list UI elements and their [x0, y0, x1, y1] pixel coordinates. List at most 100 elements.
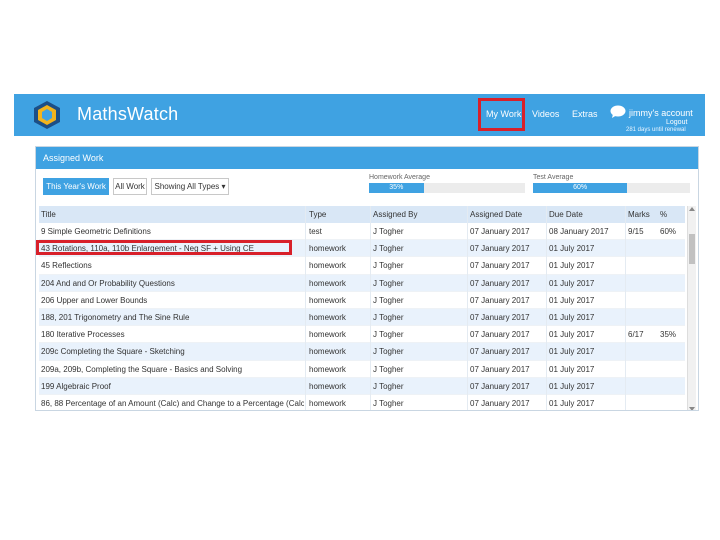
cell-percent: 35%	[660, 330, 677, 340]
column-header-marks[interactable]: Marks	[628, 210, 658, 219]
cell-type: homework	[309, 278, 346, 288]
cell-title[interactable]: 188, 201 Trigonometry and The Sine Rule	[41, 313, 304, 322]
cell-title[interactable]: 199 Algebraic Proof	[41, 382, 304, 391]
cell-assigned-date: 07 January 2017	[470, 244, 530, 254]
scroll-down-arrow-icon[interactable]	[689, 407, 695, 410]
cell-assigned-date: 07 January 2017	[470, 312, 530, 322]
table-row[interactable]: 9 Simple Geometric Definitions test J Togh…	[39, 223, 685, 241]
cell-assigned-by: J Togher	[373, 278, 404, 288]
cell-type: homework	[309, 312, 346, 322]
column-divider	[370, 206, 371, 410]
cell-title[interactable]: 9 Simple Geometric Definitions	[41, 227, 304, 236]
cell-title[interactable]: 209a, 209b, Completing the Square - Basi…	[41, 365, 304, 374]
cell-assigned-by: J Togher	[373, 364, 404, 374]
cell-assigned-date: 07 January 2017	[470, 330, 530, 340]
cell-due-date: 08 January 2017	[549, 227, 609, 236]
mathswatch-logo-icon[interactable]	[32, 100, 62, 130]
cell-assigned-by: J Togher	[373, 330, 404, 340]
cell-title[interactable]: 204 And and Or Probability Questions	[41, 279, 304, 288]
cell-assigned-by: J Togher	[373, 347, 404, 357]
panel-header: Assigned Work	[36, 147, 698, 169]
cell-assigned-date: 07 January 2017	[470, 295, 530, 305]
type-filter-dropdown[interactable]: Showing All Types ▾	[151, 178, 229, 195]
cell-title[interactable]: 45 Reflections	[41, 261, 304, 270]
table-row[interactable]: 209a, 209b, Completing the Square - Basi…	[39, 361, 685, 378]
top-navigation-bar: MathsWatch My Work Videos Extras jimmy's…	[14, 94, 705, 136]
test-average-fill: 60%	[533, 183, 628, 193]
homework-average-bar: 35%	[369, 183, 525, 193]
subscription-days-left: 281 days until renewal	[626, 127, 686, 133]
cell-type: test	[309, 227, 322, 236]
column-header-assigned-date[interactable]: Assigned Date	[470, 210, 548, 219]
nav-extras[interactable]: Extras	[572, 109, 598, 119]
table-row[interactable]: 199 Algebraic Proof homework J Togher 07 Ja…	[39, 377, 685, 395]
table-scrollbar[interactable]	[687, 206, 696, 410]
cell-percent: 60%	[660, 227, 677, 236]
cell-type: homework	[309, 398, 346, 408]
column-header-due-date[interactable]: Due Date	[549, 210, 627, 219]
table-row[interactable]: 209c Completing the Square - Sketching ho…	[39, 343, 685, 361]
cell-assigned-date: 07 January 2017	[470, 227, 530, 236]
panel-title: Assigned Work	[43, 153, 104, 163]
cell-title[interactable]: 180 Iterative Processes	[41, 330, 304, 339]
speech-bubble-icon	[610, 105, 626, 118]
column-divider	[546, 206, 547, 410]
rotations-row-highlight-box	[36, 240, 292, 255]
scroll-up-arrow-icon[interactable]	[689, 207, 695, 211]
column-divider	[625, 206, 626, 410]
cell-assigned-by: J Togher	[373, 295, 404, 305]
cell-due-date: 01 July 2017	[549, 381, 595, 391]
account-menu[interactable]: jimmy's account	[629, 108, 693, 118]
cell-assigned-by: J Togher	[373, 227, 404, 236]
cell-marks: 6/17	[628, 330, 644, 340]
cell-due-date: 01 July 2017	[549, 398, 595, 408]
table-row[interactable]: 188, 201 Trigonometry and The Sine Rule h…	[39, 308, 685, 327]
homework-average-label: Homework Average	[369, 174, 430, 181]
assigned-work-panel: Assigned Work This Year's Work All Work …	[35, 146, 699, 411]
table-row[interactable]: 204 And and Or Probability Questions home…	[39, 274, 685, 292]
table-row[interactable]: 45 Reflections homework J Togher 07 January…	[39, 257, 685, 275]
cell-title[interactable]: 86, 88 Percentage of an Amount (Calc) an…	[41, 399, 304, 408]
nav-videos[interactable]: Videos	[532, 109, 559, 119]
tab-this-years-work[interactable]: This Year's Work	[43, 178, 109, 195]
table-row[interactable]: 180 Iterative Processes homework J Togher 0…	[39, 326, 685, 344]
table-row[interactable]: 86, 88 Percentage of an Amount (Calc) an…	[39, 395, 685, 410]
cell-assigned-date: 07 January 2017	[470, 261, 530, 271]
cell-title[interactable]: 209c Completing the Square - Sketching	[41, 347, 304, 356]
column-header-assigned-by[interactable]: Assigned By	[373, 210, 463, 219]
cell-due-date: 01 July 2017	[549, 347, 595, 357]
scrollbar-thumb[interactable]	[689, 234, 695, 264]
cell-type: homework	[309, 347, 346, 357]
tab-all-work[interactable]: All Work	[113, 178, 147, 195]
table-row[interactable]: 206 Upper and Lower Bounds homework J Togh…	[39, 292, 685, 309]
cell-due-date: 01 July 2017	[549, 278, 595, 288]
brand-name[interactable]: MathsWatch	[77, 104, 178, 125]
column-header-title[interactable]: Title	[41, 210, 304, 219]
cell-type: homework	[309, 364, 346, 374]
column-header-percent[interactable]: %	[660, 210, 684, 219]
cell-title[interactable]: 206 Upper and Lower Bounds	[41, 296, 304, 305]
cell-assigned-date: 07 January 2017	[470, 347, 530, 357]
cell-type: homework	[309, 330, 346, 340]
homework-average-fill: 35%	[369, 183, 424, 193]
cell-due-date: 01 July 2017	[549, 244, 595, 254]
column-header-type[interactable]: Type	[309, 210, 367, 219]
cell-type: homework	[309, 244, 346, 254]
cell-assigned-by: J Togher	[373, 381, 404, 391]
cell-marks: 9/15	[628, 227, 644, 236]
cell-due-date: 01 July 2017	[549, 261, 595, 271]
cell-assigned-by: J Togher	[373, 312, 404, 322]
cell-type: homework	[309, 381, 346, 391]
column-divider	[467, 206, 468, 410]
logout-link[interactable]: Logout	[666, 119, 687, 126]
cell-due-date: 01 July 2017	[549, 330, 595, 340]
cell-assigned-date: 07 January 2017	[470, 398, 530, 408]
page: MathsWatch My Work Videos Extras jimmy's…	[0, 0, 720, 540]
cell-assigned-by: J Togher	[373, 261, 404, 271]
cell-assigned-date: 07 January 2017	[470, 364, 530, 374]
assigned-work-table: Title Type Assigned By Assigned Date Due…	[39, 206, 685, 410]
cell-type: homework	[309, 295, 346, 305]
column-divider	[305, 206, 306, 410]
cell-assigned-by: J Togher	[373, 398, 404, 408]
table-header-row: Title Type Assigned By Assigned Date Due…	[39, 206, 685, 223]
